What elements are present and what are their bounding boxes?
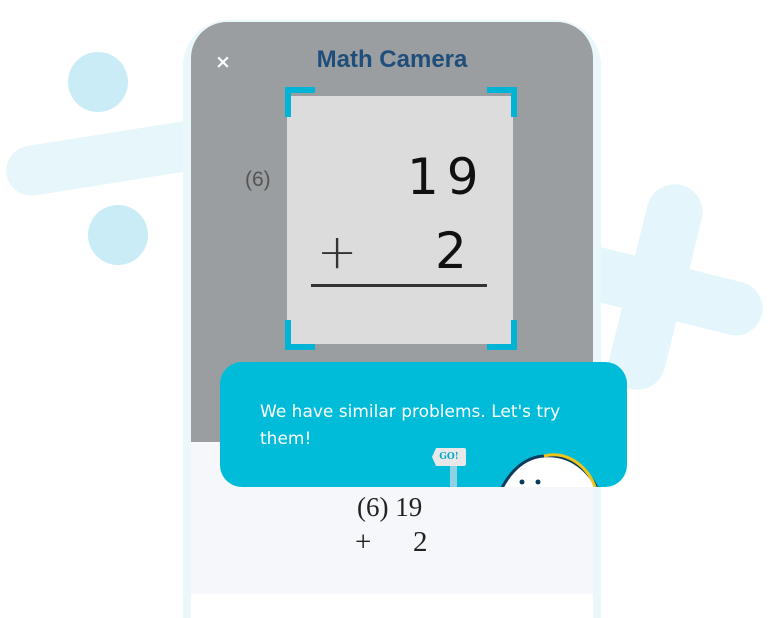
- scan-handwritten-operator: +: [317, 224, 358, 280]
- crop-corner-bottom-right[interactable]: [487, 320, 517, 350]
- crop-corner-top-left[interactable]: [285, 87, 315, 117]
- scan-problem-number: (6): [245, 168, 271, 191]
- go-flag-icon: GO!: [432, 448, 466, 466]
- scan-handwritten-line2: 2: [435, 222, 467, 280]
- mascot-icon: [500, 453, 598, 487]
- scan-sum-rule: [311, 284, 487, 287]
- crop-corner-top-right[interactable]: [487, 87, 517, 117]
- flag-pole: [450, 466, 457, 487]
- result-operator: +: [355, 526, 372, 558]
- similar-problems-popup[interactable]: We have similar problems. Let's try them…: [220, 362, 627, 487]
- background-dot-bottom: [88, 205, 148, 265]
- bottom-strip: [191, 594, 593, 618]
- scanned-paper: [287, 96, 513, 344]
- crop-corner-bottom-left[interactable]: [285, 320, 315, 350]
- result-line1: (6) 19: [357, 492, 423, 522]
- result-line2: 2: [413, 526, 428, 558]
- scan-handwritten-line1: 19: [407, 148, 487, 206]
- page-title: Math Camera: [316, 46, 468, 73]
- background-dot-top: [68, 52, 128, 112]
- phone-screen: × Math Camera (6) 19 + 2 (6) 19 + 2: [191, 22, 593, 618]
- popup-message: We have similar problems. Let's try them…: [260, 402, 561, 449]
